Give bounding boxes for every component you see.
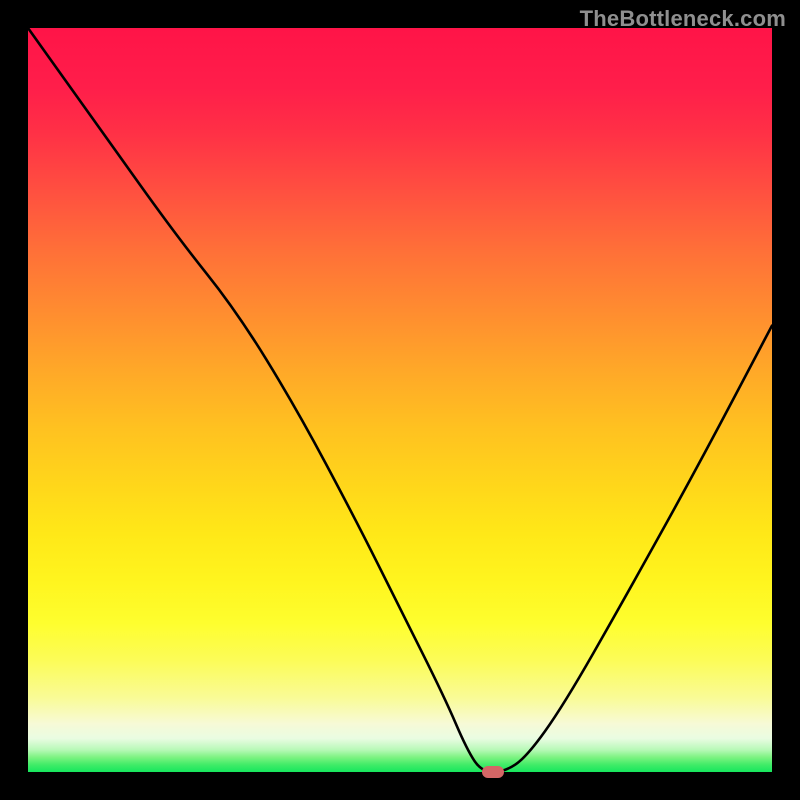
watermark-text: TheBottleneck.com [580,6,786,32]
optimal-marker [482,766,504,778]
plot-area [28,28,772,772]
chart-container: TheBottleneck.com [0,0,800,800]
